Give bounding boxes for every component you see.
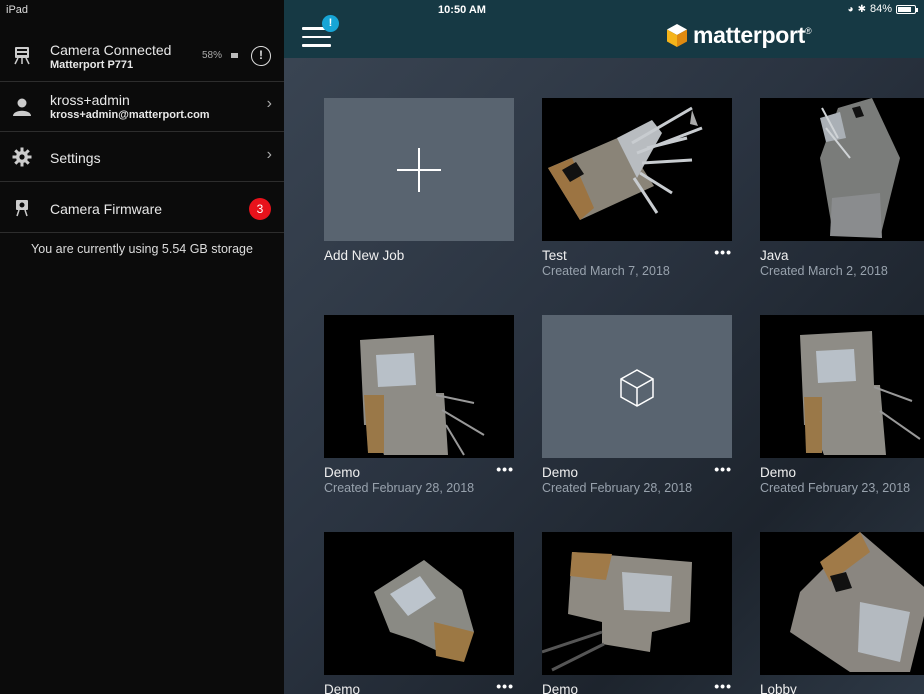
- add-job-tile[interactable]: [324, 98, 514, 241]
- matterport-cube-icon: [667, 24, 687, 47]
- settings-chevron-icon: ›: [266, 146, 272, 163]
- sidebar: Camera Connected Matterport P771 58% ! ›…: [0, 0, 284, 694]
- firmware-row[interactable]: Camera Firmware: [0, 182, 284, 233]
- camera-alert-icon[interactable]: !: [251, 46, 271, 66]
- more-options-icon[interactable]: •••: [714, 244, 732, 260]
- camera-battery-percent: 58%: [202, 50, 223, 61]
- job-list-panel: ! matterport ® Add New Job Test Created …: [284, 0, 924, 694]
- battery-icon: [896, 4, 918, 14]
- job-date: Created February 28, 2018: [542, 481, 693, 495]
- account-row[interactable]: ›: [0, 82, 284, 132]
- job-date: Created March 2, 2018: [760, 264, 888, 278]
- job-title: Demo: [324, 682, 361, 694]
- camera-firmware-icon: [11, 197, 33, 219]
- more-options-icon[interactable]: •••: [496, 678, 514, 694]
- clock: 10:50 AM: [438, 4, 486, 16]
- settings-label: Settings: [50, 150, 101, 166]
- rotation-lock-icon: ◕: [847, 3, 854, 15]
- job-title: Demo: [542, 682, 579, 694]
- camera-status-title: Camera Connected: [50, 42, 172, 58]
- more-options-icon[interactable]: •••: [714, 461, 732, 477]
- job-thumbnail[interactable]: [760, 532, 924, 675]
- plus-icon: [397, 148, 441, 192]
- job-title: Lobby: [760, 682, 797, 694]
- camera-battery-icon: [231, 53, 238, 58]
- settings-row[interactable]: Settings ›: [0, 132, 284, 182]
- job-date: Created February 23, 2018: [760, 481, 911, 495]
- battery-percent: 84%: [869, 3, 892, 15]
- job-thumbnail[interactable]: [760, 98, 924, 241]
- job-title: Demo: [324, 465, 361, 480]
- status-bar: iPad 10:50 AM ◕ ✱ 84%: [0, 0, 924, 20]
- brand-name: matterport: [693, 22, 806, 48]
- job-thumbnail[interactable]: [324, 532, 514, 675]
- firmware-label: Camera Firmware: [50, 201, 163, 217]
- more-options-icon[interactable]: •••: [496, 461, 514, 477]
- account-chevron-icon: ›: [266, 95, 272, 112]
- user-icon: [11, 96, 33, 118]
- job-thumbnail[interactable]: [324, 315, 514, 458]
- gear-icon: [11, 146, 33, 168]
- job-date: Created February 28, 2018: [324, 481, 475, 495]
- job-title: Test: [542, 248, 567, 263]
- account-name: kross+admin: [50, 92, 130, 108]
- matterport-logo: matterport ®: [666, 22, 812, 49]
- bluetooth-icon: ✱: [857, 3, 866, 15]
- cube-placeholder-icon: [620, 369, 654, 407]
- job-thumbnail[interactable]: [542, 98, 732, 241]
- account-email: kross+admin@matterport.com: [50, 109, 210, 121]
- job-title: Demo: [760, 465, 797, 480]
- job-title: Add New Job: [324, 248, 405, 263]
- job-date: Created March 7, 2018: [542, 264, 670, 278]
- camera-icon: [11, 44, 33, 66]
- firmware-update-badge: 3: [249, 198, 271, 220]
- job-thumbnail[interactable]: [542, 315, 732, 458]
- job-thumbnail[interactable]: [542, 532, 732, 675]
- more-options-icon[interactable]: •••: [714, 678, 732, 694]
- storage-usage-text: You are currently using 5.54 GB storage: [31, 242, 253, 256]
- trademark: ®: [805, 25, 812, 36]
- camera-model: Matterport P771: [50, 59, 134, 71]
- job-title: Java: [760, 248, 789, 263]
- job-title: Demo: [542, 465, 579, 480]
- status-indicators: ◕ ✱ 84%: [847, 3, 918, 15]
- job-thumbnail[interactable]: [760, 315, 924, 458]
